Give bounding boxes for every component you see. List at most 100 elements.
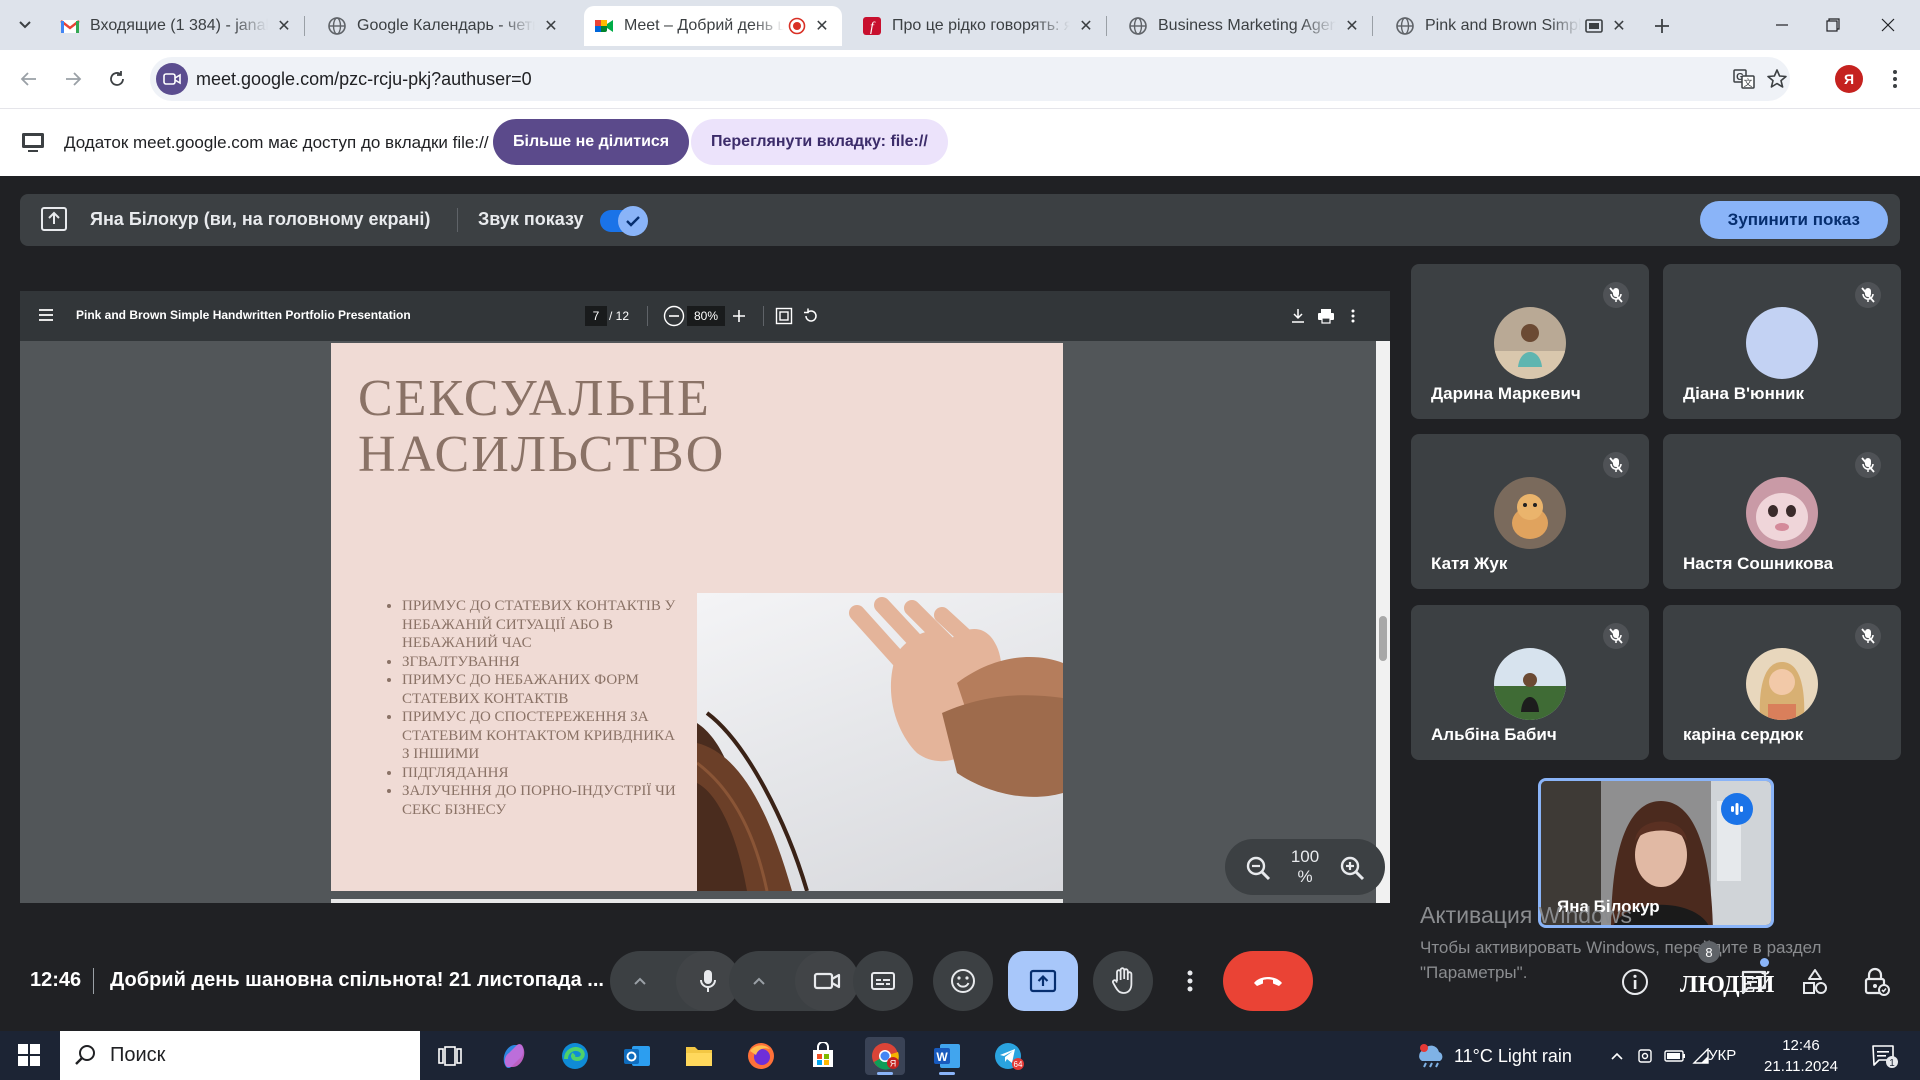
print-button[interactable] <box>1315 305 1337 327</box>
download-button[interactable] <box>1287 305 1309 327</box>
participant-name: Настя Сошникова <box>1683 554 1834 573</box>
input-language[interactable]: УКР <box>1708 1047 1736 1064</box>
zoom-in-button[interactable] <box>728 305 750 327</box>
page-number-input[interactable]: 7 <box>585 306 607 326</box>
close-icon[interactable]: ✕ <box>1609 16 1629 36</box>
presenting-bar: Яна Білокур (ви, на головному екрані) Зв… <box>20 194 1900 246</box>
reload-button[interactable] <box>102 64 132 94</box>
taskbar-clock[interactable]: 12:46 21.11.2024 <box>1756 1035 1846 1077</box>
participant-tile[interactable]: Настя Сошникова <box>1663 434 1901 589</box>
participant-name: Альбіна Бабич <box>1431 725 1557 744</box>
close-icon[interactable]: ✕ <box>1076 16 1096 36</box>
minimize-button[interactable] <box>1767 12 1797 38</box>
meeting-title[interactable]: Добрий день шановна спільнота! 21 листоп… <box>110 969 604 992</box>
participant-name: каріна сердюк <box>1683 725 1804 744</box>
close-window-button[interactable] <box>1873 12 1903 38</box>
taskbar-file-explorer[interactable] <box>679 1037 719 1075</box>
word-icon: W <box>934 1044 960 1068</box>
tab-meet[interactable]: Meet – Добрий день шановна спільнота ✕ <box>584 6 842 46</box>
restore-button[interactable] <box>1818 12 1848 38</box>
show-hidden-icons-button[interactable] <box>1606 1045 1628 1067</box>
participant-tile[interactable]: Діана В'юнник <box>1663 264 1901 419</box>
close-icon[interactable]: ✕ <box>812 16 832 36</box>
host-controls-button[interactable] <box>1860 966 1892 998</box>
url-text[interactable]: meet.google.com/pzc-rcju-pkj?authuser=0 <box>196 69 532 90</box>
meet-tray-icon[interactable] <box>1636 1045 1658 1067</box>
battery-icon <box>1664 1050 1685 1062</box>
video-options-button[interactable] <box>747 969 771 993</box>
zoom-out-icon[interactable] <box>1245 855 1271 881</box>
meet-zoom-control: 100 % <box>1225 839 1385 895</box>
stop-sharing-button[interactable]: Більше не ділитися <box>493 119 690 165</box>
forward-button[interactable] <box>58 64 88 94</box>
browser-menu-button[interactable] <box>1880 64 1910 94</box>
tab-search-button[interactable] <box>10 10 40 40</box>
taskbar-firefox[interactable] <box>741 1037 781 1075</box>
participant-tile[interactable]: Дарина Маркевич <box>1411 264 1649 419</box>
close-icon[interactable]: ✕ <box>541 16 561 36</box>
tab-business-marketing[interactable]: Business Marketing Agency ✕ <box>1118 6 1373 46</box>
presentation-sound-label: Звук показу <box>478 209 584 229</box>
windows-start-icon[interactable] <box>18 1044 40 1066</box>
close-icon[interactable]: ✕ <box>274 16 294 36</box>
captions-button[interactable] <box>853 951 913 1011</box>
task-view-button[interactable] <box>430 1037 470 1075</box>
bookmark-button[interactable] <box>1765 67 1789 91</box>
zoom-in-icon[interactable] <box>1339 855 1365 881</box>
taskbar-chrome[interactable]: Я <box>865 1037 905 1075</box>
tab-gmail[interactable]: Входящие (1 384) - janabilokur@gmail.com… <box>50 6 305 46</box>
zoom-input[interactable]: 80% <box>687 306 725 326</box>
taskbar-word[interactable]: W <box>927 1037 967 1075</box>
close-icon[interactable]: ✕ <box>1342 16 1362 36</box>
zoom-out-button[interactable] <box>663 305 685 327</box>
tab-calendar[interactable]: Google Календарь - четверг ✕ <box>317 6 571 46</box>
activities-button[interactable] <box>1799 966 1831 998</box>
participant-tile[interactable]: Катя Жук <box>1411 434 1649 589</box>
back-button[interactable] <box>14 64 44 94</box>
chat-notification-dot <box>1760 958 1769 967</box>
flipbook-icon: f <box>863 17 881 35</box>
present-now-button[interactable] <box>1008 951 1078 1011</box>
address-bar[interactable]: meet.google.com/pzc-rcju-pkj?authuser=0 … <box>150 57 1790 101</box>
weather-widget[interactable]: 11°C Light rain <box>1416 1041 1572 1071</box>
raise-hand-button[interactable] <box>1093 951 1153 1011</box>
taskbar-store[interactable] <box>803 1037 843 1075</box>
translate-button[interactable]: G文 <box>1732 67 1756 91</box>
chat-button[interactable] <box>1738 966 1770 998</box>
battery-tray-icon[interactable] <box>1664 1045 1686 1067</box>
taskbar-edge[interactable] <box>555 1037 595 1075</box>
site-info-button[interactable] <box>156 63 188 95</box>
meeting-details-button[interactable] <box>1619 966 1651 998</box>
leave-call-button[interactable] <box>1223 951 1313 1011</box>
taskbar-search-box[interactable]: Поиск <box>60 1031 420 1080</box>
more-options-button[interactable] <box>1160 951 1220 1011</box>
scrollbar-thumb[interactable] <box>1379 616 1387 661</box>
camera-button[interactable] <box>795 951 859 1011</box>
store-icon <box>813 1042 833 1067</box>
taskbar-outlook[interactable] <box>617 1037 657 1075</box>
participant-tile[interactable]: Альбіна Бабич <box>1411 605 1649 760</box>
notification-center-button[interactable]: 1 <box>1870 1043 1898 1069</box>
presentation-sound-toggle[interactable] <box>600 206 648 236</box>
audio-options-button[interactable] <box>628 969 652 993</box>
pdf-scrollbar[interactable] <box>1376 341 1390 903</box>
stop-presenting-button[interactable]: Зупинити показ <box>1699 201 1888 239</box>
mic-off-icon <box>1855 452 1881 478</box>
participant-tile[interactable]: каріна сердюк <box>1663 605 1901 760</box>
speaking-indicator-icon <box>1721 793 1753 825</box>
tab-flipbook[interactable]: f Про це рідко говорять: як ✕ <box>852 6 1107 46</box>
activities-icon <box>1803 969 1827 994</box>
profile-avatar[interactable]: Я <box>1835 65 1863 93</box>
minus-circle-icon <box>663 305 685 327</box>
edge-icon <box>562 1043 588 1069</box>
taskbar-telegram[interactable]: 64 <box>989 1037 1029 1075</box>
fit-page-button[interactable] <box>773 305 795 327</box>
taskbar-copilot[interactable] <box>494 1037 534 1075</box>
pdf-more-button[interactable] <box>1342 305 1364 327</box>
weather-text: 11°C Light rain <box>1454 1045 1572 1066</box>
view-shared-tab-button[interactable]: Переглянути вкладку: file:// <box>691 119 948 165</box>
tab-pink-brown[interactable]: Pink and Brown Simple Handwritten ✕ <box>1385 6 1639 46</box>
new-tab-button[interactable] <box>1650 14 1674 38</box>
rotate-button[interactable] <box>800 305 822 327</box>
reactions-button[interactable] <box>933 951 993 1011</box>
